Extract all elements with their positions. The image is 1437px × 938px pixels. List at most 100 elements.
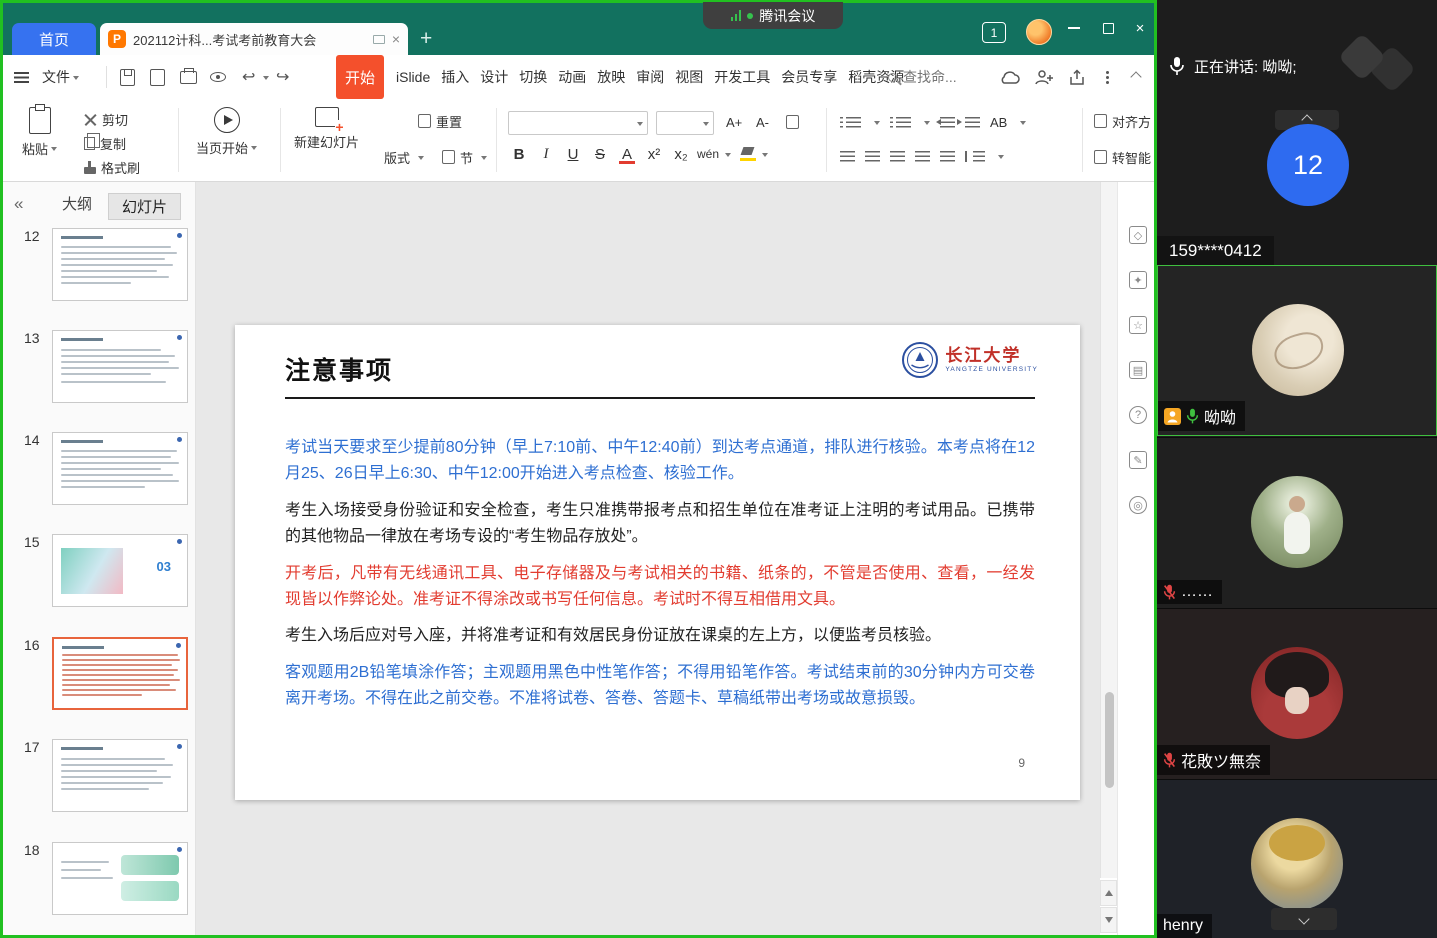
slide-thumbnail[interactable] bbox=[52, 330, 188, 403]
document-tab-close-icon[interactable]: × bbox=[392, 31, 400, 47]
justify-icon[interactable] bbox=[915, 151, 930, 162]
subscript-button[interactable]: x₂ bbox=[668, 141, 694, 167]
next-slide-button[interactable] bbox=[1100, 907, 1117, 933]
previous-slide-button[interactable] bbox=[1100, 880, 1117, 906]
slide-thumbnail[interactable] bbox=[52, 228, 188, 301]
format-painter-button[interactable]: 格式刷 bbox=[84, 156, 140, 178]
align-left-icon[interactable] bbox=[840, 151, 855, 162]
meeting-topbar-pill[interactable]: 腾讯会议 bbox=[703, 2, 843, 29]
share-collaborate-button[interactable] bbox=[1034, 55, 1054, 99]
reset-button[interactable]: 重置 bbox=[418, 110, 462, 132]
tab-insert[interactable]: 插入 bbox=[441, 67, 469, 87]
document-count-badge[interactable]: 1 bbox=[982, 22, 1006, 43]
align-center-icon[interactable] bbox=[865, 151, 880, 162]
participant-count-badge[interactable]: 12 bbox=[1267, 124, 1349, 206]
new-slide-button[interactable]: 新建幻灯片 bbox=[294, 107, 359, 151]
slide-paragraph[interactable]: 考生入场后应对号入座，并将准考证和有效居民身份证放在课桌的左上方，以便监考员核验… bbox=[285, 623, 1035, 649]
slide-thumbnail-selected[interactable] bbox=[52, 637, 188, 710]
strikethrough-button[interactable]: S bbox=[587, 141, 613, 167]
redo-button[interactable]: ↪ bbox=[276, 55, 289, 99]
export-pdf-button[interactable] bbox=[150, 55, 165, 99]
cloud-sync-button[interactable] bbox=[998, 55, 1020, 99]
document-tab[interactable]: P 202112计科...考试考前教育大会 × bbox=[100, 23, 408, 55]
new-document-tab-button[interactable]: + bbox=[420, 26, 432, 52]
layout-tool-icon[interactable]: ▤ bbox=[1129, 361, 1147, 379]
collapse-ribbon-button[interactable] bbox=[1132, 55, 1140, 99]
line-spacing-icon[interactable] bbox=[973, 151, 985, 162]
distribute-icon[interactable] bbox=[940, 151, 955, 162]
scroll-participants-down-button[interactable] bbox=[1271, 908, 1337, 930]
save-button[interactable] bbox=[120, 55, 135, 99]
decrease-font-button[interactable]: A- bbox=[756, 111, 769, 133]
highlight-button[interactable] bbox=[740, 147, 758, 161]
search-input[interactable] bbox=[903, 69, 973, 85]
more-options-button[interactable] bbox=[1106, 55, 1109, 99]
collapse-panel-button[interactable]: « bbox=[14, 194, 23, 214]
minimize-button[interactable] bbox=[1058, 14, 1090, 42]
file-menu[interactable]: 文件 bbox=[42, 55, 79, 99]
share-button[interactable] bbox=[1068, 55, 1086, 99]
increase-font-button[interactable]: A+ bbox=[726, 111, 742, 133]
print-button[interactable] bbox=[180, 55, 197, 99]
tab-outline[interactable]: 大纲 bbox=[62, 193, 92, 214]
locate-tool-icon[interactable]: ◎ bbox=[1129, 496, 1147, 514]
university-logo[interactable]: 长江大学 YANGTZE UNIVERSITY bbox=[901, 341, 1038, 379]
cut-button[interactable]: 剪切 bbox=[84, 108, 128, 130]
tab-developer[interactable]: 开发工具 bbox=[714, 67, 770, 87]
video-tile[interactable]: 呦呦 bbox=[1157, 265, 1437, 436]
slide-thumbnail[interactable]: 03 bbox=[52, 534, 188, 607]
font-size-select[interactable] bbox=[656, 111, 714, 135]
numbered-list-icon[interactable] bbox=[896, 117, 911, 128]
tab-start[interactable]: 开始 bbox=[336, 55, 384, 99]
align-right-icon[interactable] bbox=[890, 151, 905, 162]
slide-thumbnail[interactable] bbox=[52, 739, 188, 812]
italic-button[interactable]: I bbox=[533, 141, 559, 167]
slide-paragraph[interactable]: 考试当天要求至少提前80分钟（早上7:10前、中午12:40前）到达考点通道，排… bbox=[285, 435, 1035, 487]
smart-convert-button[interactable]: 转智能 bbox=[1094, 146, 1151, 168]
tab-transition[interactable]: 切换 bbox=[519, 67, 547, 87]
superscript-button[interactable]: x² bbox=[641, 141, 667, 167]
notes-tool-icon[interactable]: ✎ bbox=[1129, 451, 1147, 469]
slide-paragraph[interactable]: 考生入场接受身份验证和安全检查，考生只准携带报考点和招生单位在准考证上注明的考试… bbox=[285, 498, 1035, 550]
canvas-scrollbar[interactable] bbox=[1100, 182, 1117, 878]
slide-paragraph[interactable]: 开考后，凡带有无线通讯工具、电子存储器及与考试相关的书籍、纸条的，不管是否使用、… bbox=[285, 561, 1035, 613]
tab-islide[interactable]: iSlide bbox=[396, 69, 430, 85]
tab-design[interactable]: 设计 bbox=[480, 67, 508, 87]
undo-button[interactable]: ↩ bbox=[242, 55, 255, 99]
beautify-tool-icon[interactable]: ✦ bbox=[1129, 271, 1147, 289]
video-tile[interactable]: 花敗ツ無奈 bbox=[1157, 608, 1437, 779]
bullet-list-icon[interactable] bbox=[846, 117, 861, 128]
maximize-button[interactable] bbox=[1092, 14, 1124, 42]
print-preview-button[interactable] bbox=[210, 55, 226, 99]
clear-format-button[interactable] bbox=[786, 111, 799, 133]
video-tile[interactable]: …… bbox=[1157, 437, 1437, 608]
command-search[interactable] bbox=[888, 55, 973, 99]
tab-member[interactable]: 会员专享 bbox=[781, 67, 837, 87]
copy-button[interactable]: 复制 bbox=[84, 132, 126, 154]
align-panel-button[interactable]: 对齐方 bbox=[1094, 110, 1151, 132]
scrollbar-thumb[interactable] bbox=[1105, 692, 1114, 788]
close-button[interactable]: × bbox=[1124, 14, 1156, 42]
home-tab[interactable]: 首页 bbox=[12, 23, 96, 55]
tab-animation[interactable]: 动画 bbox=[558, 67, 586, 87]
help-tool-icon[interactable]: ? bbox=[1129, 406, 1147, 424]
font-family-select[interactable] bbox=[508, 111, 648, 135]
tab-view[interactable]: 视图 bbox=[675, 67, 703, 87]
font-color-button[interactable]: A bbox=[614, 141, 640, 167]
tab-slides[interactable]: 幻灯片 bbox=[108, 193, 181, 220]
increase-indent-icon[interactable] bbox=[965, 117, 980, 128]
tab-review[interactable]: 审阅 bbox=[636, 67, 664, 87]
effects-tool-icon[interactable]: ☆ bbox=[1129, 316, 1147, 334]
undo-dropdown[interactable] bbox=[260, 55, 269, 99]
slide-paragraph[interactable]: 客观题用2B铅笔填涂作答；主观题用黑色中性笔作答；不得用铅笔作答。考试结束前的3… bbox=[285, 660, 1035, 712]
bold-button[interactable]: B bbox=[506, 141, 532, 167]
slide-canvas[interactable]: 注意事项 长江大学 YANGTZE UNIVERSITY 考试当天要 bbox=[235, 325, 1080, 800]
character-border-button[interactable]: AB bbox=[990, 115, 1007, 130]
section-button[interactable]: 节 bbox=[442, 146, 487, 168]
main-menu-button[interactable] bbox=[14, 55, 29, 99]
decrease-indent-icon[interactable] bbox=[940, 117, 955, 128]
tab-slideshow[interactable]: 放映 bbox=[597, 67, 625, 87]
paste-button[interactable]: 粘贴 bbox=[22, 107, 57, 158]
layout-button[interactable]: 版式 bbox=[384, 146, 424, 168]
editing-canvas[interactable]: 注意事项 长江大学 YANGTZE UNIVERSITY 考试当天要 bbox=[196, 182, 1100, 935]
